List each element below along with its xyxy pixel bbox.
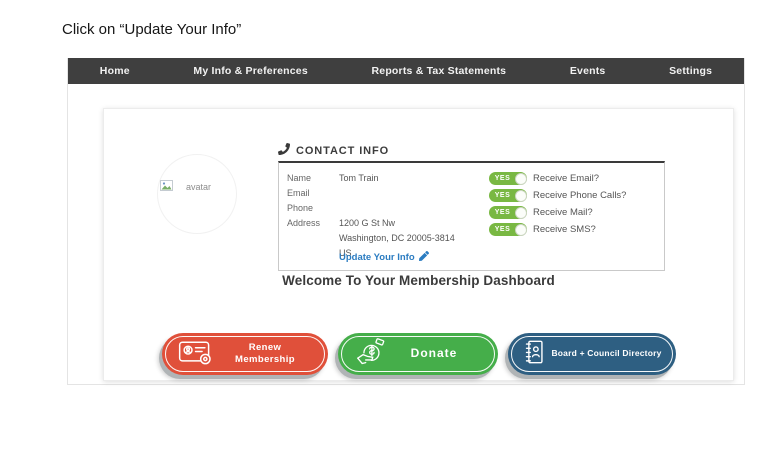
toggle-row-receive-email: YES Receive Email? xyxy=(489,172,626,185)
toggle-row-receive-sms: YES Receive SMS? xyxy=(489,223,626,236)
nav-item-home[interactable]: Home xyxy=(100,65,130,77)
toggle-state-label: YES xyxy=(489,189,516,202)
phone-icon xyxy=(278,143,290,158)
update-your-info-link[interactable]: Update Your Info xyxy=(339,251,429,264)
toggle-knob xyxy=(515,224,527,236)
contact-fields: Name Tom Train Email Phone Address 1200 … xyxy=(287,171,455,261)
toggle-row-receive-mail: YES Receive Mail? xyxy=(489,206,626,219)
receive-sms-label: Receive SMS? xyxy=(533,224,596,235)
donate-hand-money-icon xyxy=(355,337,387,372)
nav-item-settings[interactable]: Settings xyxy=(669,65,712,77)
donate-button[interactable]: Donate xyxy=(338,333,498,375)
toggle-knob xyxy=(515,207,527,219)
toggle-state-label: YES xyxy=(489,223,516,236)
receive-phone-calls-label: Receive Phone Calls? xyxy=(533,190,626,201)
nav-item-my-info-preferences[interactable]: My Info & Preferences xyxy=(193,65,308,77)
receive-sms-toggle[interactable]: YES xyxy=(489,223,527,236)
dashboard-card: avatar CONTACT INFO Name Tom Train Email xyxy=(103,108,734,381)
toggle-row-receive-phone-calls: YES Receive Phone Calls? xyxy=(489,189,626,202)
board-council-directory-button[interactable]: Board + Council Directory xyxy=(508,333,676,375)
name-value: Tom Train xyxy=(339,171,379,186)
top-navbar: Home My Info & Preferences Reports & Tax… xyxy=(68,58,744,84)
nav-item-reports-tax-statements[interactable]: Reports & Tax Statements xyxy=(372,65,507,77)
task-instruction: Click on “Update Your Info” xyxy=(62,21,241,38)
toggle-state-label: YES xyxy=(489,206,516,219)
avatar-broken-image: avatar xyxy=(160,178,211,196)
screenshot-canvas: Click on “Update Your Info” Home My Info… xyxy=(0,0,771,468)
address-line-2: Washington, DC 20005-3814 xyxy=(287,231,455,246)
phone-label: Phone xyxy=(287,201,339,216)
renew-label-line2: Membership xyxy=(215,354,316,366)
preference-toggles: YES Receive Email? YES Receive Phone Cal… xyxy=(489,172,626,236)
toggle-state-label: YES xyxy=(489,172,516,185)
contact-info-heading: CONTACT INFO xyxy=(278,143,389,158)
browser-viewport: Home My Info & Preferences Reports & Tax… xyxy=(67,58,745,385)
receive-phone-calls-toggle[interactable]: YES xyxy=(489,189,527,202)
avatar-alt-text: avatar xyxy=(186,182,211,192)
receive-email-label: Receive Email? xyxy=(533,173,599,184)
field-row-email: Email xyxy=(287,186,455,201)
membership-card-icon xyxy=(177,338,215,371)
field-row-name: Name Tom Train xyxy=(287,171,455,186)
toggle-knob xyxy=(515,190,527,202)
receive-mail-toggle[interactable]: YES xyxy=(489,206,527,219)
receive-mail-label: Receive Mail? xyxy=(533,207,593,218)
action-buttons-row: Renew Membership xyxy=(104,333,733,375)
broken-image-icon xyxy=(160,178,173,196)
donate-label: Donate xyxy=(387,346,498,362)
address-line-1: 1200 G St Nw xyxy=(339,216,395,231)
renew-membership-label: Renew Membership xyxy=(215,342,328,367)
field-row-phone: Phone xyxy=(287,201,455,216)
pencil-icon xyxy=(419,251,429,264)
directory-notebook-icon xyxy=(522,338,546,371)
board-council-directory-label: Board + Council Directory xyxy=(546,348,676,359)
email-label: Email xyxy=(287,186,339,201)
address-label: Address xyxy=(287,216,339,231)
update-your-info-label: Update Your Info xyxy=(339,252,415,263)
toggle-knob xyxy=(515,173,527,185)
name-label: Name xyxy=(287,171,339,186)
nav-item-events[interactable]: Events xyxy=(570,65,606,77)
contact-info-box: Name Tom Train Email Phone Address 1200 … xyxy=(278,161,665,271)
renew-label-line1: Renew xyxy=(215,342,316,354)
receive-email-toggle[interactable]: YES xyxy=(489,172,527,185)
welcome-heading: Welcome To Your Membership Dashboard xyxy=(104,273,733,288)
contact-info-heading-label: CONTACT INFO xyxy=(296,145,389,157)
renew-membership-button[interactable]: Renew Membership xyxy=(162,333,328,375)
field-row-address: Address 1200 G St Nw xyxy=(287,216,455,231)
